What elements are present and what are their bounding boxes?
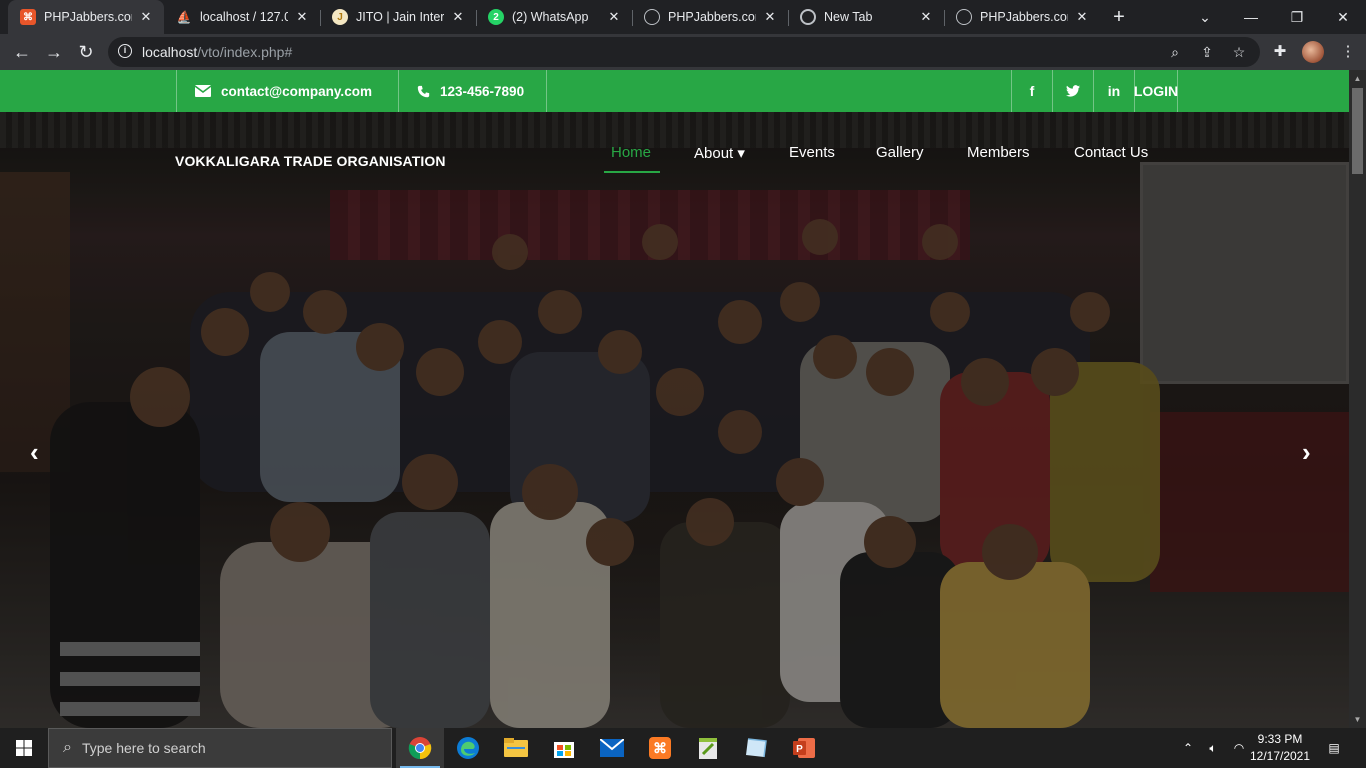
nav-active-underline: [604, 171, 660, 173]
back-arrow-icon[interactable]: ←: [8, 38, 36, 66]
tab-phpmyadmin[interactable]: ⛵ localhost / 127.0. ✕: [164, 0, 320, 34]
menu-kebab-icon[interactable]: ⋮: [1338, 42, 1358, 62]
close-icon[interactable]: ✕: [762, 9, 778, 25]
taskbar-clock[interactable]: 9:33 PM 12/17/2021: [1240, 731, 1320, 765]
tab-new-tab[interactable]: New Tab ✕: [788, 0, 944, 34]
phpjabbers-icon: ⌘: [20, 9, 36, 25]
envelope-icon: [195, 85, 211, 97]
share-icon[interactable]: ⇪: [1198, 43, 1216, 61]
address-bar[interactable]: i localhost/vto/index.php# ⌕ ⇪ ☆: [108, 37, 1260, 67]
globe-icon: [956, 9, 972, 25]
close-icon[interactable]: ✕: [138, 9, 154, 25]
tab-phpjabbers-3[interactable]: PHPJabbers.com ✕: [944, 0, 1100, 34]
close-icon[interactable]: ✕: [450, 9, 466, 25]
new-tab-plus-icon[interactable]: +: [1108, 6, 1130, 28]
tab-title: localhost / 127.0.: [200, 10, 288, 24]
close-window-icon[interactable]: ✕: [1320, 0, 1366, 34]
bookmark-star-icon[interactable]: ☆: [1230, 43, 1248, 61]
tray-chevron-up-icon[interactable]: ⌃: [1178, 728, 1198, 768]
phone-icon: [417, 85, 430, 97]
close-icon[interactable]: ✕: [918, 9, 934, 25]
tab-title: PHPJabbers.com: [668, 10, 756, 24]
powerpoint-taskbar-icon[interactable]: P: [780, 728, 828, 768]
globe-icon: [644, 9, 660, 25]
login-link[interactable]: LOGIN: [1134, 70, 1178, 112]
windows-taskbar: ⌕ Type here to search ⌘ P ⌃ 🔈︎ ◠ 9:33 PM…: [0, 728, 1366, 768]
close-icon[interactable]: ✕: [294, 9, 310, 25]
tab-title: New Tab: [824, 10, 873, 24]
search-placeholder: Type here to search: [81, 740, 206, 756]
url-text[interactable]: localhost/vto/index.php#: [142, 44, 292, 60]
volume-icon[interactable]: 🔈︎: [1202, 728, 1224, 768]
minimize-icon[interactable]: —: [1228, 0, 1274, 34]
notification-icon[interactable]: ▤: [1322, 728, 1346, 768]
nav-members[interactable]: Members: [967, 144, 1030, 161]
nav-about[interactable]: About ▾: [694, 144, 745, 162]
svg-text:P: P: [796, 744, 803, 755]
clock-date: 12/17/2021: [1249, 749, 1311, 763]
site-brand[interactable]: VOKKALIGARA TRADE ORGANISATION: [175, 153, 446, 169]
nav-home[interactable]: Home: [611, 144, 651, 161]
xampp-taskbar-icon[interactable]: ⌘: [636, 728, 684, 768]
tab-title: JITO | Jain Interna: [356, 10, 444, 24]
hero-overlay: [0, 112, 1349, 728]
file-explorer-taskbar-icon[interactable]: [492, 728, 540, 768]
windows-start-icon[interactable]: [0, 728, 48, 768]
mail-taskbar-icon[interactable]: [588, 728, 636, 768]
tab-jito[interactable]: J JITO | Jain Interna ✕: [320, 0, 476, 34]
notes-taskbar-icon[interactable]: [732, 728, 780, 768]
nav-events[interactable]: Events: [789, 144, 835, 161]
svg-text:⌘: ⌘: [653, 740, 667, 756]
zoom-search-icon[interactable]: ⌕: [1166, 43, 1184, 61]
extensions-puzzle-icon[interactable]: ✚: [1270, 42, 1290, 62]
tab-phpjabbers-active[interactable]: ⌘ PHPJabbers.com | ✕: [8, 0, 164, 34]
close-icon[interactable]: ✕: [1074, 9, 1090, 25]
restore-icon[interactable]: ❐: [1274, 0, 1320, 34]
tab-title: (2) WhatsApp: [512, 10, 589, 24]
taskbar-search-box[interactable]: ⌕ Type here to search: [48, 728, 392, 768]
jito-icon: J: [332, 9, 348, 25]
notepad-plus-taskbar-icon[interactable]: [684, 728, 732, 768]
tab-search-chevron-icon[interactable]: ⌄: [1182, 0, 1228, 34]
scroll-down-icon[interactable]: ▼: [1349, 711, 1366, 728]
hero-carousel: VOKKALIGARA TRADE ORGANISATION Home Abou…: [0, 112, 1349, 728]
chrome-taskbar-icon[interactable]: [396, 728, 444, 768]
carousel-prev-icon[interactable]: ‹: [30, 437, 39, 468]
edge-taskbar-icon[interactable]: [444, 728, 492, 768]
nav-contact-us[interactable]: Contact Us: [1074, 144, 1148, 161]
browser-toolbar: ← → ↻ i localhost/vto/index.php# ⌕ ⇪ ☆ ✚…: [0, 34, 1366, 70]
tab-strip: ⌘ PHPJabbers.com | ✕ ⛵ localhost / 127.0…: [0, 0, 1366, 34]
chrome-icon: [800, 9, 816, 25]
twitter-icon[interactable]: [1052, 70, 1093, 112]
phone-text: 123-456-7890: [440, 83, 525, 99]
site-info-icon[interactable]: i: [118, 44, 132, 58]
nav-gallery[interactable]: Gallery: [876, 144, 924, 161]
facebook-icon[interactable]: f: [1011, 70, 1052, 112]
profile-avatar[interactable]: [1302, 41, 1324, 63]
page-scrollbar[interactable]: ▲ ▼: [1349, 70, 1366, 728]
email-contact[interactable]: contact@company.com: [176, 70, 398, 112]
phone-contact[interactable]: 123-456-7890: [398, 70, 547, 112]
scroll-up-icon[interactable]: ▲: [1349, 70, 1366, 87]
web-page: contact@company.com 123-456-7890 f in LO…: [0, 70, 1349, 728]
close-icon[interactable]: ✕: [606, 9, 622, 25]
clock-time: 9:33 PM: [1257, 732, 1303, 746]
tab-title: PHPJabbers.com |: [44, 10, 132, 24]
phpmyadmin-icon: ⛵: [176, 10, 192, 24]
contact-topbar: contact@company.com 123-456-7890 f in LO…: [0, 70, 1349, 112]
store-taskbar-icon[interactable]: [540, 728, 588, 768]
tab-phpjabbers-2[interactable]: PHPJabbers.com ✕: [632, 0, 788, 34]
search-icon: ⌕: [63, 739, 72, 756]
carousel-next-icon[interactable]: ›: [1302, 437, 1311, 468]
reload-icon[interactable]: ↻: [72, 38, 100, 66]
forward-arrow-icon[interactable]: →: [40, 38, 68, 66]
email-text: contact@company.com: [221, 83, 372, 99]
linkedin-icon[interactable]: in: [1093, 70, 1134, 112]
tab-title: PHPJabbers.com: [980, 10, 1068, 24]
whatsapp-icon: 2: [488, 9, 504, 25]
scrollbar-thumb[interactable]: [1352, 88, 1363, 174]
tab-whatsapp[interactable]: 2 (2) WhatsApp ✕: [476, 0, 632, 34]
